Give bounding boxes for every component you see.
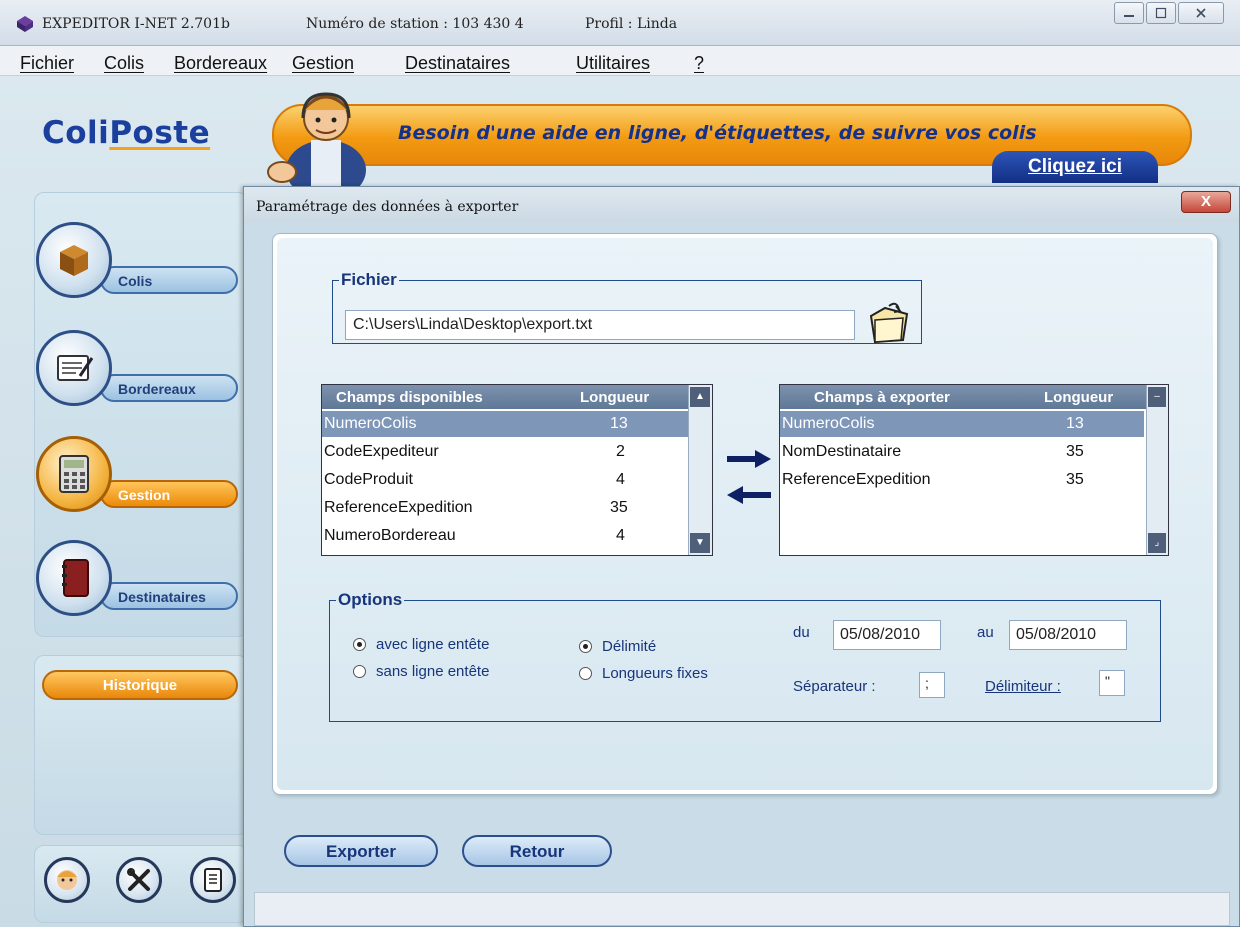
sidebar-item-colis[interactable]: Colis (100, 266, 238, 294)
radio-header-without[interactable]: sans ligne entête (353, 663, 489, 680)
column-header-champs-disponibles: Champs disponibles (336, 389, 483, 406)
available-list-header: Champs disponibles Longueur (322, 385, 712, 409)
date-to-label: au (977, 624, 994, 641)
document-icon[interactable] (190, 857, 236, 903)
radio-delimited[interactable]: Délimité (579, 638, 656, 655)
box-icon[interactable] (36, 222, 112, 298)
radio-selected-icon[interactable] (353, 638, 366, 651)
options-legend: Options (338, 590, 403, 609)
fichier-group: Fichier C:\Users\Linda\Desktop\export.tx… (332, 270, 922, 344)
maximize-icon (1155, 7, 1167, 19)
list-item[interactable]: CodeProduit 4 (322, 467, 688, 493)
radio-label: Longueurs fixes (602, 665, 708, 682)
historique-button[interactable]: Historique (42, 670, 238, 700)
date-to-input[interactable]: 05/08/2010 (1009, 620, 1127, 650)
minimize-icon (1124, 15, 1134, 17)
menu-gestion[interactable]: Gestion (292, 53, 354, 74)
title-bar: EXPEDITOR I-NET 2.701b Numéro de station… (0, 0, 1240, 46)
radio-selected-icon[interactable] (579, 640, 592, 653)
app-icon (17, 16, 33, 32)
sidebar-item-label: Colis (118, 273, 153, 289)
address-book-icon[interactable] (36, 540, 112, 616)
date-from-label: du (793, 624, 810, 641)
resize-grip-icon[interactable]: ⌟ (1148, 533, 1166, 553)
banner-text[interactable]: Besoin d'une aide en ligne, d'étiquettes… (398, 122, 1037, 144)
separator-label: Séparateur : (793, 678, 876, 695)
app-title: EXPEDITOR I-NET 2.701b (42, 16, 230, 32)
cliquez-ici-button[interactable]: Cliquez ici (992, 151, 1158, 183)
retour-button[interactable]: Retour (462, 835, 612, 867)
export-settings-panel: Fichier C:\Users\Linda\Desktop\export.tx… (272, 233, 1218, 795)
list-item[interactable]: ReferenceExpedition 35 (780, 467, 1144, 493)
column-header-champs-a-exporter: Champs à exporter (814, 389, 950, 406)
radio-unselected-icon[interactable] (579, 667, 592, 680)
radio-fixed-lengths[interactable]: Longueurs fixes (579, 665, 708, 682)
scroll-up-arrow-icon[interactable]: – (1148, 387, 1166, 407)
sidebar-item-bordereaux[interactable]: Bordereaux (100, 374, 238, 402)
available-list-scrollbar[interactable]: ▲ ▼ (688, 385, 712, 555)
delimiter-label: Délimiteur : (985, 678, 1061, 695)
dialog-close-button[interactable]: X (1181, 191, 1231, 213)
maximize-button[interactable] (1146, 2, 1176, 24)
tools-icon[interactable] (116, 857, 162, 903)
export-list-scrollbar[interactable]: – ⌟ (1146, 385, 1168, 555)
date-from-input[interactable]: 05/08/2010 (833, 620, 941, 650)
export-path-input[interactable]: C:\Users\Linda\Desktop\export.txt (345, 310, 855, 340)
menu-bar: Fichier Colis Bordereaux Gestion Destina… (0, 46, 1240, 76)
minimize-button[interactable] (1114, 2, 1144, 24)
column-header-longueur: Longueur (580, 389, 650, 406)
menu-colis[interactable]: Colis (104, 53, 144, 74)
scroll-down-arrow-icon[interactable]: ▼ (690, 533, 710, 553)
profile-name: Profil : Linda (585, 16, 678, 32)
support-agent-icon[interactable] (44, 857, 90, 903)
list-item[interactable]: CodeExpediteur 2 (322, 439, 688, 465)
separator-input[interactable]: ; (919, 672, 945, 698)
menu-help[interactable]: ? (694, 53, 704, 74)
menu-destinataires[interactable]: Destinataires (405, 53, 510, 74)
status-bar (254, 892, 1230, 926)
sidebar-item-label: Bordereaux (118, 381, 196, 397)
exporter-button[interactable]: Exporter (284, 835, 438, 867)
sidebar-item-destinataires[interactable]: Destinataires (100, 582, 238, 610)
sidebar-item-label: Gestion (118, 487, 171, 503)
close-icon (1196, 8, 1206, 18)
sidebar-item-gestion[interactable]: Gestion (100, 480, 238, 508)
radio-label: sans ligne entête (376, 663, 490, 680)
column-header-longueur: Longueur (1044, 389, 1114, 406)
station-number: Numéro de station : 103 430 4 (306, 16, 524, 32)
export-fields-list[interactable]: Champs à exporter Longueur NumeroColis 1… (779, 384, 1169, 556)
sidebar-item-label: Destinataires (118, 589, 206, 605)
list-item[interactable]: ReferenceExpedition 35 (322, 495, 688, 521)
add-field-arrow-icon[interactable] (727, 450, 771, 468)
support-agent-mascot (267, 92, 366, 190)
calculator-icon[interactable] (36, 436, 112, 512)
menu-fichier[interactable]: Fichier (20, 53, 74, 74)
options-group: Options (329, 590, 1161, 722)
available-fields-list[interactable]: Champs disponibles Longueur NumeroColis … (321, 384, 713, 556)
scroll-up-arrow-icon[interactable]: ▲ (690, 387, 710, 407)
list-item[interactable]: NomDestinataire 35 (780, 439, 1144, 465)
radio-label: avec ligne entête (376, 636, 490, 653)
export-dialog: Paramétrage des données à exporter X Fic… (243, 186, 1240, 927)
dialog-title: Paramétrage des données à exporter (244, 187, 1239, 223)
menu-utilitaires[interactable]: Utilitaires (576, 53, 650, 74)
folder-icon[interactable] (863, 298, 913, 348)
notepad-icon[interactable] (36, 330, 112, 406)
close-window-button[interactable] (1178, 2, 1224, 24)
radio-label: Délimité (602, 638, 657, 655)
menu-bordereaux[interactable]: Bordereaux (174, 53, 267, 74)
radio-header-with[interactable]: avec ligne entête (353, 636, 489, 653)
radio-unselected-icon[interactable] (353, 665, 366, 678)
fichier-legend: Fichier (341, 270, 397, 289)
delimiter-input[interactable]: " (1099, 670, 1125, 696)
coliposte-logo: ColiPoste (42, 115, 211, 151)
list-item[interactable]: NumeroColis 13 (780, 411, 1144, 437)
list-item[interactable]: NumeroBordereau 4 (322, 523, 688, 549)
list-item[interactable]: NumeroColis 13 (322, 411, 688, 437)
export-list-header: Champs à exporter Longueur (780, 385, 1168, 409)
remove-field-arrow-icon[interactable] (727, 486, 771, 504)
